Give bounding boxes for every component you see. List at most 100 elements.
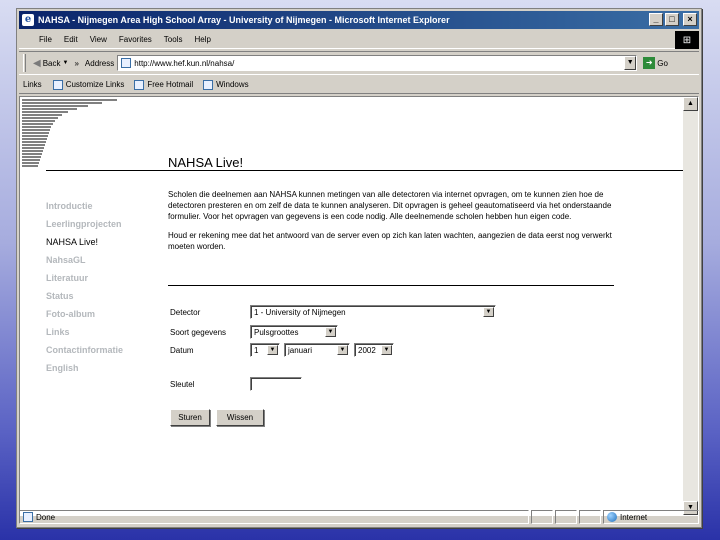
menu-bar: File Edit View Favorites Tools Help ⊞ [19,31,699,49]
link-customize-links[interactable]: Customize Links [48,79,130,90]
year-value: 2002 [358,345,376,355]
key-label: Sleutel [170,379,195,389]
address-value: http://www.hef.kun.nl/nahsa/ [134,58,235,68]
submit-button[interactable]: Sturen [170,409,210,426]
reset-button[interactable]: Wissen [216,409,264,426]
status-bar: Done Internet [19,509,699,525]
menu-view[interactable]: View [84,35,113,44]
links-label: Links [23,80,42,89]
nav-item-introductie[interactable]: Introductie [46,197,156,215]
internet-globe-icon [607,512,617,522]
chevron-down-icon[interactable]: ▼ [381,345,392,355]
month-select[interactable]: januari ▼ [284,343,350,357]
address-label: Address [84,58,115,68]
link-free-hotmail[interactable]: Free Hotmail [129,79,198,90]
chevron-down-icon[interactable]: ▼ [483,307,494,317]
address-toolbar: ◀ Back ▼ » Address http://www.hef.kun.nl… [19,51,699,75]
detector-label: Detector [170,307,201,317]
minimize-button[interactable]: _ [649,13,663,26]
page-viewport: NAHSA Live! Introductie Leerlingprojecte… [19,96,699,516]
back-dropdown-icon[interactable]: ▼ [63,60,69,66]
links-toolbar: Links Customize Links Free Hotmail Windo… [19,76,699,94]
menu-tools[interactable]: Tools [158,35,189,44]
status-text-cell: Done [19,510,529,524]
address-dropdown-icon[interactable]: ▼ [624,56,637,70]
browser-window: e NAHSA - Nijmegen Area High School Arra… [16,8,702,528]
button-row: Sturen Wissen [170,409,264,426]
page-title: NAHSA Live! [168,155,244,170]
scroll-up-icon[interactable]: ▲ [683,97,698,111]
nav-item-links[interactable]: Links [46,323,156,341]
link-page-icon [134,79,145,90]
type-value: Pulsgroottes [254,327,299,337]
toolbar-grip[interactable] [23,54,26,72]
key-row: Sleutel [170,377,302,391]
status-cell-empty [555,510,577,524]
day-select[interactable]: 1 ▼ [250,343,280,357]
window-controls: _ □ × [649,13,697,26]
type-row: Soort gegevens Pulsgroottes ▼ [170,325,338,339]
chevron-down-icon[interactable]: ▼ [325,327,336,337]
content-divider [168,285,614,286]
back-arrow-icon: ◀ [33,57,41,69]
detector-select[interactable]: 1 - University of Nijmegen ▼ [250,305,496,319]
detector-value: 1 - University of Nijmegen [254,307,346,317]
menu-help[interactable]: Help [188,35,216,44]
nav-item-leerlingprojecten[interactable]: Leerlingprojecten [46,215,156,233]
back-button[interactable]: ◀ Back ▼ [30,58,71,69]
go-button[interactable]: ➜ Go [643,57,668,69]
nav-item-nahsa-live[interactable]: NAHSA Live! [46,233,156,251]
status-cell-empty [531,510,553,524]
intro-text: Scholen die deelnemen aan NAHSA kunnen m… [168,189,618,260]
day-value: 1 [254,345,259,355]
chevron-down-icon[interactable]: ▼ [337,345,348,355]
server-note-paragraph: Houd er rekening mee dat het antwoord va… [168,231,612,251]
key-input[interactable] [250,377,302,391]
go-label: Go [657,58,668,68]
date-label: Datum [170,345,194,355]
header-divider [46,170,686,171]
intro-paragraph: Scholen die deelnemen aan NAHSA kunnen m… [168,190,612,221]
link-page-icon [203,79,214,90]
menu-favorites[interactable]: Favorites [113,35,158,44]
windows-logo-icon: ⊞ [675,31,699,49]
menu-edit[interactable]: Edit [58,35,84,44]
nav-item-foto-album[interactable]: Foto-album [46,305,156,323]
detector-row: Detector 1 - University of Nijmegen ▼ [170,305,496,319]
ie-logo-icon: e [22,14,34,26]
back-label: Back [42,58,61,68]
zone-label: Internet [620,512,648,522]
nav-item-contactinformatie[interactable]: Contactinformatie [46,341,156,359]
window-title: NAHSA - Nijmegen Area High School Array … [38,15,450,25]
link-windows[interactable]: Windows [198,79,253,90]
toolbar-chevron[interactable]: » [71,59,81,68]
side-navigation: Introductie Leerlingprojecten NAHSA Live… [46,197,156,377]
type-select[interactable]: Pulsgroottes ▼ [250,325,338,339]
page-done-icon [23,512,33,522]
year-select[interactable]: 2002 ▼ [354,343,394,357]
link-label: Windows [216,80,249,89]
go-arrow-icon: ➜ [643,57,656,69]
nav-item-literatuur[interactable]: Literatuur [46,269,156,287]
address-input[interactable]: http://www.hef.kun.nl/nahsa/ ▼ [117,55,638,71]
maximize-button[interactable]: □ [665,13,679,26]
link-page-icon [52,79,63,90]
month-value: januari [288,345,313,355]
page-icon [121,58,132,68]
title-bar: e NAHSA - Nijmegen Area High School Arra… [19,11,699,29]
nav-item-status[interactable]: Status [46,287,156,305]
type-label: Soort gegevens [170,327,227,337]
decorative-lines [22,99,117,167]
vertical-scrollbar[interactable]: ▲ ▼ [683,97,698,515]
status-text: Done [36,512,56,522]
chevron-down-icon[interactable]: ▼ [267,345,278,355]
menu-file[interactable]: File [33,35,58,44]
close-button[interactable]: × [683,13,697,26]
nav-item-english[interactable]: English [46,359,156,377]
link-label: Free Hotmail [147,80,194,89]
security-zone-cell: Internet [603,510,699,524]
date-row: Datum 1 ▼ januari ▼ 2002 ▼ [170,343,394,357]
status-cell-empty [579,510,601,524]
nav-item-nahsagl[interactable]: NahsaGL [46,251,156,269]
link-label: Customize Links [65,80,125,89]
